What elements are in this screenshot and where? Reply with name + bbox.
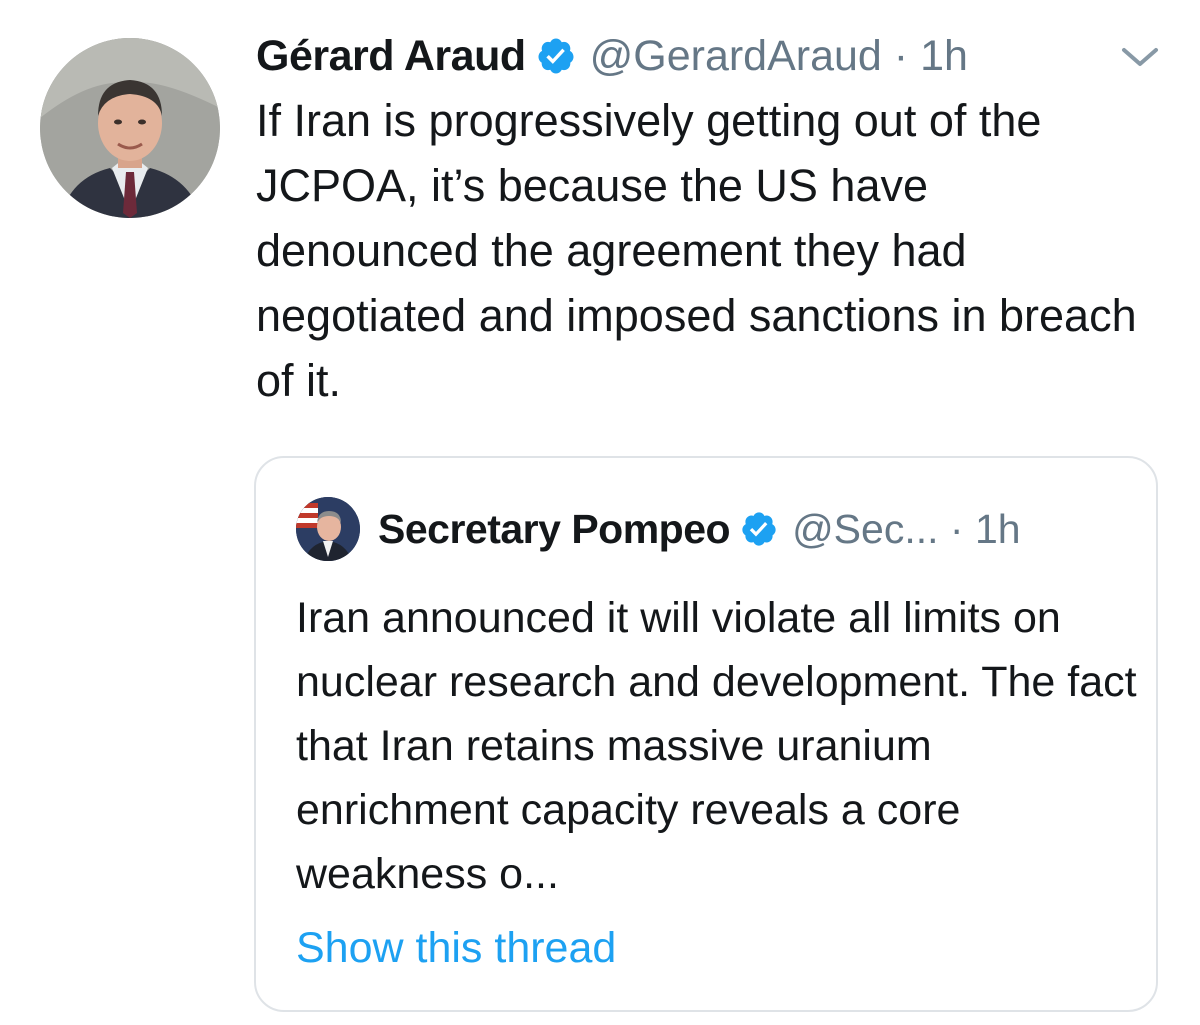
tweet-timestamp[interactable]: 1h	[920, 32, 968, 81]
author-handle[interactable]: @GerardAraud	[590, 32, 882, 81]
quoted-tweet-timestamp[interactable]: 1h	[975, 506, 1021, 553]
meta-separator: ·	[893, 31, 909, 80]
quoted-tweet-header: Secretary Pompeo @Sec... · 1h	[296, 496, 1021, 562]
verified-badge-icon	[740, 510, 778, 548]
tweet-text: If Iran is progressively getting out of …	[256, 95, 1137, 406]
author-name[interactable]: Gérard Araud	[256, 32, 526, 81]
chevron-down-icon[interactable]	[1118, 42, 1162, 72]
quoted-avatar-image	[296, 497, 360, 561]
verified-badge-icon	[536, 36, 576, 76]
tweet-header: Gérard Araud @GerardAraud · 1h	[256, 26, 968, 86]
quoted-avatar[interactable]	[296, 497, 360, 561]
quoted-tweet-text: Iran announced it will violate all limit…	[296, 594, 1137, 898]
quoted-meta-separator: ·	[949, 505, 964, 552]
quoted-author-handle[interactable]: @Sec...	[792, 506, 938, 553]
tweet[interactable]: Gérard Araud @GerardAraud · 1h If Iran i…	[0, 0, 1200, 1025]
quoted-author-name[interactable]: Secretary Pompeo	[378, 506, 731, 553]
quoted-tweet[interactable]: Secretary Pompeo @Sec... · 1h Iran annou…	[254, 456, 1158, 1012]
avatar[interactable]	[40, 38, 220, 218]
avatar-image	[40, 38, 220, 218]
show-thread-link[interactable]: Show this thread	[296, 924, 616, 973]
